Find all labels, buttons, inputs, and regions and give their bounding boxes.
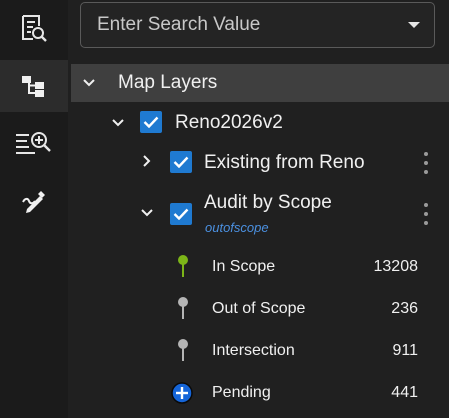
sidebar-item-search-results[interactable] (0, 2, 68, 54)
layers-panel: Map Layers Reno2026v2 Existing from Reno… (68, 0, 449, 418)
layer-tree-icon (20, 73, 48, 99)
legend-label: Out of Scope (212, 300, 306, 317)
group-visibility-checkbox[interactable] (140, 111, 162, 133)
more-options-icon[interactable] (423, 152, 429, 174)
green-pin-icon (176, 254, 190, 283)
sidebar-item-query[interactable] (0, 116, 68, 168)
search-box[interactable] (80, 2, 435, 48)
legend-label: Intersection (212, 342, 295, 359)
blue-plus-circle-icon (171, 382, 193, 409)
chevron-down-icon[interactable] (140, 206, 154, 220)
layer-visibility-checkbox[interactable] (170, 151, 192, 173)
layer-label: Existing from Reno (204, 152, 365, 173)
sidebar (0, 0, 68, 418)
legend-count: 911 (392, 342, 418, 359)
gray-pin-icon (176, 296, 190, 325)
gray-pin-icon (176, 338, 190, 367)
document-search-icon (19, 13, 49, 43)
chevron-down-icon[interactable] (111, 116, 125, 130)
caret-down-icon[interactable] (406, 17, 422, 33)
legend-count: 441 (391, 384, 418, 401)
map-layers-header[interactable]: Map Layers (71, 64, 449, 102)
list-search-icon (15, 129, 53, 155)
chevron-right-icon[interactable] (140, 154, 154, 168)
layer-visibility-checkbox[interactable] (170, 203, 192, 225)
edit-pen-icon (21, 189, 47, 215)
chevron-down-icon[interactable] (82, 76, 96, 90)
more-options-icon[interactable] (423, 203, 429, 225)
legend-count: 13208 (373, 258, 419, 275)
search-input[interactable] (81, 3, 391, 47)
legend-count: 236 (391, 300, 418, 317)
sidebar-item-edit[interactable] (0, 176, 68, 228)
legend-label: Pending (212, 384, 271, 401)
group-label: Reno2026v2 (175, 112, 283, 133)
layer-sublabel: outofscope (205, 220, 269, 235)
legend-label: In Scope (212, 258, 276, 275)
sidebar-item-layers[interactable] (0, 60, 68, 112)
layer-label: Audit by Scope (204, 192, 332, 213)
map-layers-title: Map Layers (118, 72, 218, 93)
